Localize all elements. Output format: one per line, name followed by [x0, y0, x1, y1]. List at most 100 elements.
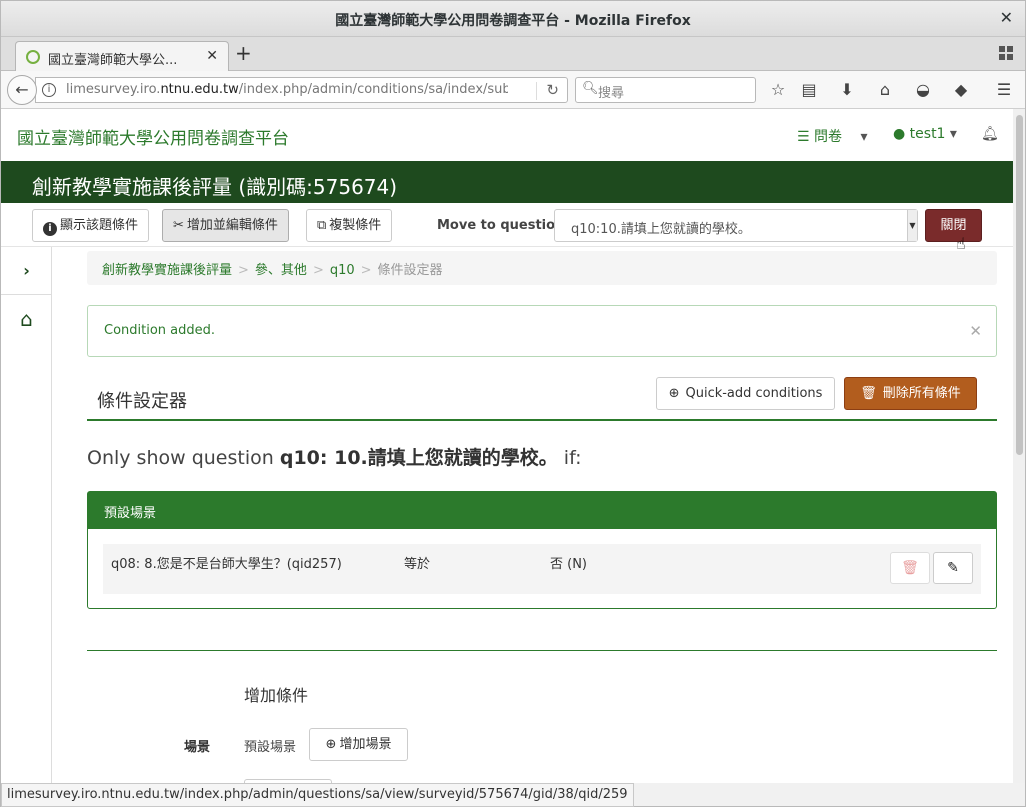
move-to-question-select[interactable]: q10:10.請填上您就讀的學校。 ▼	[554, 209, 918, 242]
download-icon[interactable]: ⬇	[836, 80, 858, 99]
breadcrumb-survey[interactable]: 創新教學實施課後評量	[102, 263, 232, 278]
pocket-icon[interactable]: ◒	[912, 80, 934, 99]
site-brand[interactable]: 國立臺灣師範大學公用問卷調查平台	[17, 124, 289, 149]
plus-circle-icon: ⊕	[668, 386, 680, 401]
scene-label: 場景	[184, 740, 211, 755]
pencil-icon: ✎	[947, 560, 959, 576]
add-edit-conditions-label: 增加並編輯條件	[186, 218, 278, 233]
alert-message: Condition added.	[104, 323, 216, 338]
tab-list-icon[interactable]	[999, 46, 1013, 60]
tab-label: 國立臺灣師範大學公...	[48, 53, 178, 68]
page-scrollbar[interactable]	[1013, 109, 1025, 783]
url-separator	[536, 82, 537, 100]
section-divider	[87, 650, 997, 651]
browser-tab[interactable]: 國立臺灣師範大學公... ✕	[15, 41, 229, 72]
scrollbar-thumb[interactable]	[1016, 115, 1023, 455]
add-scene-button[interactable]: ⊕ 增加場景	[309, 728, 408, 761]
trash-icon: 🗑︎	[901, 560, 919, 576]
show-conditions-label: 顯示該題條件	[60, 218, 139, 233]
condition-answer: 否 (N)	[550, 557, 588, 572]
site-favicon-icon	[26, 50, 40, 64]
breadcrumb-separator: >	[360, 263, 372, 278]
scenario-heading: 預設場景	[88, 492, 996, 529]
survey-title-bar: 創新教學實施課後評量 (識別碼:575674)	[1, 161, 1013, 203]
url-prefix: limesurvey.iro.	[66, 82, 161, 97]
breadcrumb: 創新教學實施課後評量 > 參、其他 > q10 > 條件設定器	[87, 251, 997, 285]
reading-list-icon[interactable]: ▤	[798, 80, 820, 99]
breadcrumb-question[interactable]: q10	[330, 263, 355, 278]
home-icon[interactable]: ⌂	[1, 307, 52, 331]
survey-menu[interactable]: ☰ 問卷 ▾	[797, 126, 868, 146]
user-menu[interactable]: ● test1 ▾	[893, 126, 957, 142]
url-path: /index.php/admin/conditions/sa/index/sub…	[238, 82, 508, 97]
user-icon: ●	[893, 126, 906, 142]
breadcrumb-current: 條件設定器	[377, 263, 443, 278]
show-conditions-button[interactable]: i 顯示該題條件	[32, 209, 150, 242]
url-text[interactable]: limesurvey.iro.ntnu.edu.tw/index.php/adm…	[66, 82, 508, 97]
home-icon[interactable]: ⌂	[874, 80, 896, 99]
window-close-icon[interactable]: ✕	[1000, 8, 1013, 27]
side-menu: › ⌂	[1, 247, 52, 783]
delete-condition-button[interactable]: 🗑︎	[890, 552, 930, 584]
alert-close-icon[interactable]: ✕	[969, 322, 982, 340]
condition-question: q08: 8.您是不是台師大學生？(qid257)	[111, 557, 342, 572]
mouse-cursor-icon: ☝	[956, 234, 966, 253]
web-page: 國立臺灣師範大學公用問卷調查平台 ☰ 問卷 ▾ ● test1 ▾ 🔔︎ 創新教…	[1, 109, 1013, 783]
info-icon[interactable]: i	[42, 83, 56, 97]
delete-all-conditions-button[interactable]: 🗑︎ 刪除所有條件	[844, 377, 977, 410]
search-placeholder: 搜尋	[598, 86, 625, 101]
close-button[interactable]: 關閉	[925, 209, 982, 242]
trash-icon: 🗑︎	[860, 386, 877, 401]
url-bar[interactable]: i limesurvey.iro.ntnu.edu.tw/index.php/a…	[35, 77, 568, 103]
survey-title[interactable]: 創新教學實施課後評量 (識別碼:575674)	[32, 171, 397, 200]
quick-add-label: Quick-add conditions	[685, 386, 823, 401]
breadcrumb-group[interactable]: 參、其他	[255, 263, 307, 278]
back-button[interactable]: ←	[7, 75, 37, 105]
add-condition-title: 增加條件	[244, 686, 309, 705]
conditions-toolbar: i 顯示該題條件 ✂ 增加並編輯條件 ⧉ 複製條件 Move to question:…	[1, 203, 1013, 247]
search-icon: 🔍︎	[582, 81, 599, 96]
list-icon: ☰	[797, 129, 815, 145]
search-input[interactable]: 🔍︎ 搜尋	[575, 77, 756, 103]
scenario-panel: 預設場景 q08: 8.您是不是台師大學生？(qid257) 等於 否 (N) …	[87, 491, 997, 609]
scissors-icon: ✂	[173, 218, 184, 233]
bell-icon[interactable]: 🔔︎	[981, 126, 999, 142]
chevron-right-icon[interactable]: ›	[1, 247, 52, 295]
condition-row: q08: 8.您是不是台師大學生？(qid257) 等於 否 (N) 🗑︎ ✎	[103, 544, 981, 594]
add-edit-conditions-button[interactable]: ✂ 增加並編輯條件	[162, 209, 289, 242]
tab-close-icon[interactable]: ✕	[206, 48, 218, 64]
move-to-question-label: Move to question:	[437, 218, 570, 233]
navigation-bar: i limesurvey.iro.ntnu.edu.tw/index.php/a…	[1, 71, 1025, 109]
tab-bar: 國立臺灣師範大學公... ✕ +	[1, 37, 1025, 72]
arrow-left-icon: ←	[15, 80, 29, 99]
section-divider	[87, 419, 997, 421]
star-icon[interactable]: ☆	[767, 80, 789, 99]
edit-condition-button[interactable]: ✎	[933, 552, 973, 584]
reload-icon[interactable]: ↻	[546, 81, 559, 99]
url-domain: ntnu.edu.tw	[160, 82, 239, 97]
breadcrumb-separator: >	[312, 263, 324, 278]
title-bar: 國立臺灣師範大學公用問卷調查平台 - Mozilla Firefox ✕	[1, 1, 1025, 37]
condition-operator: 等於	[404, 557, 431, 572]
user-menu-label: test1	[909, 126, 946, 142]
only-show-suffix: if:	[557, 447, 582, 469]
new-tab-icon[interactable]: +	[235, 41, 252, 65]
status-bar: limesurvey.iro.ntnu.edu.tw/index.php/adm…	[1, 783, 634, 807]
hamburger-menu-icon[interactable]: ☰	[993, 80, 1015, 99]
breadcrumb-separator: >	[238, 263, 249, 278]
quick-add-conditions-button[interactable]: ⊕ Quick-add conditions	[656, 377, 835, 410]
move-to-question-value: q10:10.請填上您就讀的學校。	[571, 222, 751, 237]
survey-menu-label: 問卷	[814, 129, 843, 145]
copy-conditions-button[interactable]: ⧉ 複製條件	[306, 209, 393, 242]
sync-icon[interactable]: ◆	[950, 80, 972, 99]
browser-window: 國立臺灣師範大學公用問卷調查平台 - Mozilla Firefox ✕ 國立臺…	[0, 0, 1026, 807]
caret-down-icon: ▾	[860, 129, 868, 145]
delete-all-label: 刪除所有條件	[882, 386, 961, 401]
info-circle-icon: i	[43, 222, 57, 236]
copy-conditions-label: 複製條件	[329, 218, 382, 233]
scene-value: 預設場景	[244, 740, 297, 755]
window-title: 國立臺灣師範大學公用問卷調查平台 - Mozilla Firefox	[335, 13, 691, 29]
only-show-question: q10: 10.請填上您就讀的學校。	[279, 447, 558, 469]
plus-circle-icon: ⊕	[325, 737, 337, 752]
dropdown-arrow-icon[interactable]: ▼	[907, 210, 917, 241]
